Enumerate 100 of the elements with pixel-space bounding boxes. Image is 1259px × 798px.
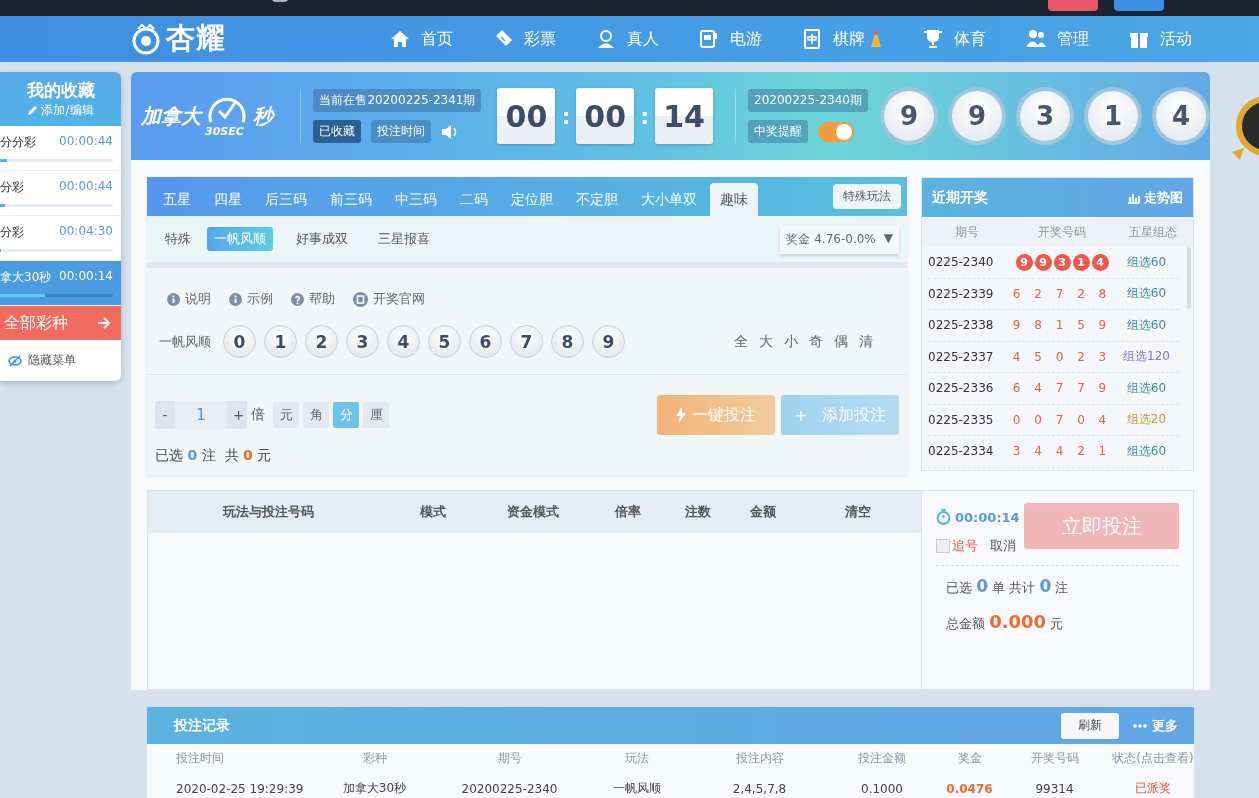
nav-item[interactable]: 电游 (698, 28, 762, 50)
table-cell-text: 一帆风顺 (612, 780, 662, 797)
issue-number: 0225-2334 (928, 444, 995, 459)
nav-item[interactable]: 棋牌 (801, 28, 883, 50)
column-header: 投注时间 (175, 750, 225, 767)
increment-button[interactable]: + (227, 406, 247, 424)
column-header: 开奖号码 (1029, 750, 1080, 767)
column-header: 状态(点击查看) (1111, 750, 1195, 767)
home-icon (389, 28, 411, 50)
refresh-button[interactable]: 刷新 (1061, 712, 1119, 739)
column-header: 资金模式 (506, 503, 560, 521)
chase-checkbox[interactable] (936, 539, 950, 553)
unit-button[interactable]: 角 (303, 402, 329, 428)
number-ball[interactable]: 0 (223, 325, 256, 358)
quick-pick-button[interactable]: 小 (784, 332, 798, 351)
sub-tab[interactable]: 三星报喜 (371, 227, 437, 251)
document-icon (353, 291, 368, 307)
result-ball: 1 (1084, 87, 1142, 145)
favorite-item[interactable]: 分彩 00:00:44 (0, 171, 121, 216)
number-ball[interactable]: 5 (428, 325, 461, 358)
logo-icon (130, 23, 162, 55)
prize-dropdown[interactable]: 奖金 4.76-0.0% ▼ (780, 224, 899, 254)
favorited-button[interactable]: 已收藏 (313, 120, 362, 143)
hide-menu-link[interactable]: 隐藏菜单 (28, 352, 76, 369)
decrement-button[interactable]: - (155, 406, 175, 424)
nav-item[interactable]: 彩票 (492, 28, 556, 50)
column-header: 彩种 (361, 750, 388, 767)
chase-label: 追号 (952, 537, 978, 555)
slot-machine-icon (698, 28, 720, 50)
number-ball[interactable]: 2 (305, 325, 338, 358)
column-header: 五星组态 (1127, 223, 1178, 241)
clear-link[interactable]: 清空 (798, 503, 918, 521)
quick-pick-button[interactable]: 全 (734, 332, 748, 351)
table-cell-text: 0.1000 (860, 781, 904, 796)
draw-numbers: 3 4 4 2 1 (1011, 444, 1113, 459)
number-ball[interactable]: 4 (387, 325, 420, 358)
column-header: 投注内容 (734, 750, 785, 767)
number-ball[interactable]: 3 (346, 325, 379, 358)
pattern-label: 组选60 (1125, 379, 1168, 397)
countdown-digit: 00 (576, 88, 635, 144)
play-tab[interactable]: 五星 (153, 183, 201, 216)
multiplier-unit: 倍 (251, 406, 265, 424)
column-header: 金额 (749, 503, 777, 521)
number-ball[interactable]: 8 (551, 325, 584, 358)
help-icon (291, 292, 304, 306)
play-tab[interactable]: 趣味 (710, 183, 758, 216)
countdown-separator: : (561, 103, 571, 129)
people-icon (1025, 28, 1047, 50)
lightning-icon (676, 407, 686, 423)
help-link[interactable]: 说明 (185, 290, 211, 308)
quick-pick-button[interactable]: 偶 (834, 332, 848, 351)
help-link[interactable]: 开奖官网 (373, 290, 425, 308)
quick-pick-button[interactable]: 奇 (809, 332, 823, 351)
table-cell-text: 20200225-2340 (460, 781, 559, 796)
quick-pick-button[interactable]: 清 (859, 332, 873, 351)
sidebar-title: 我的收藏 (26, 79, 95, 102)
nav-item[interactable]: 首页 (389, 28, 453, 50)
order-summary: 已选 0 单 共计 0 注 (936, 565, 1179, 597)
total-amount: 总金额 0.000 元 (945, 610, 1065, 633)
tile-icon (801, 28, 823, 50)
info-icon (167, 292, 180, 306)
nav-item[interactable]: 真人 (595, 28, 659, 50)
win-alert-toggle[interactable] (818, 121, 855, 142)
result-ball: 9 (948, 87, 1006, 145)
cancel-link[interactable]: 取消 (990, 537, 1016, 555)
issue-number: 0225-2340 (928, 255, 995, 270)
help-link[interactable]: 帮助 (309, 290, 335, 308)
number-ball[interactable]: 1 (264, 325, 297, 358)
issue-number: 0225-2338 (928, 318, 995, 333)
unit-button[interactable]: 厘 (363, 402, 389, 428)
number-ball[interactable]: 7 (510, 325, 543, 358)
unit-button[interactable]: 元 (273, 402, 299, 428)
status-link[interactable]: 已派奖 (1107, 780, 1199, 797)
help-link[interactable]: 示例 (247, 290, 273, 308)
more-icon (1133, 723, 1147, 728)
clock-label: 30SEC (205, 125, 244, 138)
pattern-label: 组选20 (1125, 411, 1168, 429)
countdown-time: 00:00:44 (59, 134, 113, 150)
table-cell-text: 0.0476 (945, 781, 994, 796)
special-play-button[interactable]: 特殊玩法 (833, 184, 901, 209)
nav-item[interactable]: 体育 (922, 28, 986, 50)
number-ball[interactable]: 9 (592, 325, 625, 358)
pattern-label: 组选60 (1125, 316, 1168, 334)
arrow-right-icon (97, 317, 111, 329)
number-ball[interactable]: 6 (469, 325, 502, 358)
all-lotteries-button[interactable]: 全部彩种 (0, 306, 121, 340)
favorite-item[interactable]: 分分彩 00:00:44 (0, 126, 121, 171)
column-header: 期号 (496, 750, 523, 767)
favorite-item[interactable]: 拿大30秒 00:00:14 (0, 261, 121, 306)
play-tab[interactable]: 四星 (204, 183, 252, 216)
bet-time-button[interactable]: 投注时间 (371, 120, 432, 143)
draw-ball: 9 (1015, 253, 1033, 271)
column-header: 开奖号码 (1037, 223, 1087, 241)
records-title: 投注记录 (174, 716, 230, 735)
issue-number: 0225-2339 (928, 286, 995, 301)
draw-ball: 9 (1034, 253, 1052, 271)
quick-pick-button[interactable]: 大 (759, 332, 773, 351)
trophy-icon (922, 28, 944, 50)
bar-chart-icon (1127, 191, 1141, 204)
sub-tab[interactable]: 好事成双 (289, 227, 355, 251)
